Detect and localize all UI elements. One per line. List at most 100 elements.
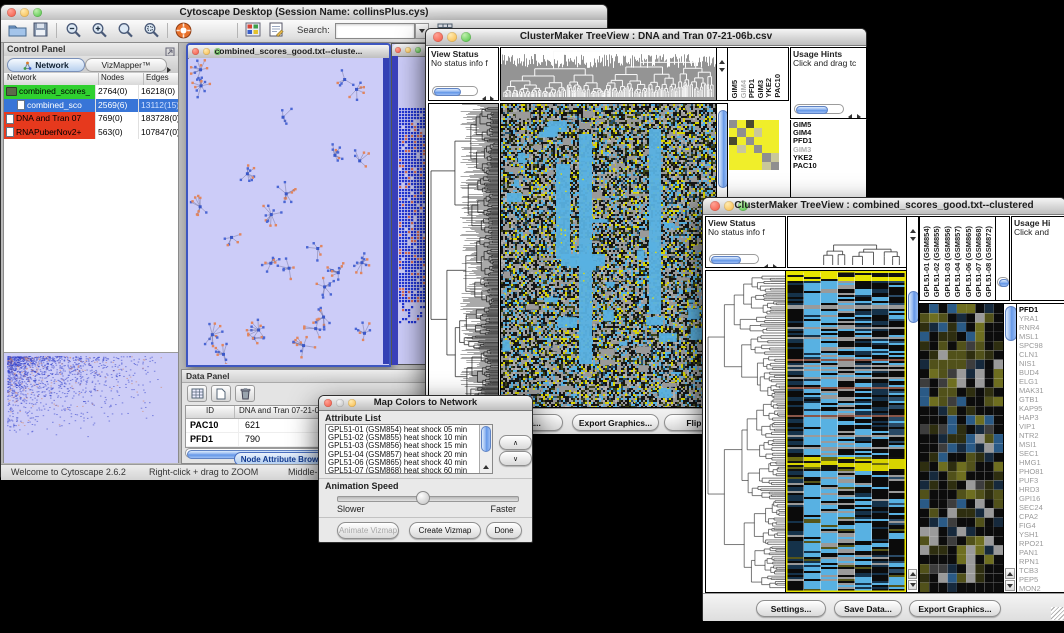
row-dendrogram-canvas[interactable]: [706, 271, 785, 592]
gene-label[interactable]: TCB3: [1019, 566, 1044, 575]
scroll-down-button[interactable]: [908, 580, 917, 590]
gene-label[interactable]: CLN1: [1019, 350, 1044, 359]
array-label[interactable]: GPL51-01 (GSM854): [922, 226, 931, 297]
matrix-cell[interactable]: [729, 162, 737, 170]
resize-grip[interactable]: [1051, 607, 1064, 620]
gene-label[interactable]: HAP3: [1019, 413, 1044, 422]
matrix-cell[interactable]: [729, 145, 737, 153]
list-vscrollbar[interactable]: [479, 425, 492, 473]
scrollbar-thumb[interactable]: [999, 279, 1009, 287]
col-id[interactable]: ID: [186, 406, 235, 418]
scroll-up-button[interactable]: [1005, 568, 1015, 579]
cytoscape-title-bar[interactable]: Cytoscape Desktop (Session Name: collins…: [1, 5, 607, 21]
matrix-cell[interactable]: [737, 128, 745, 136]
speed-slider-thumb[interactable]: [416, 491, 430, 505]
matrix-cell[interactable]: [771, 145, 779, 153]
gene-label[interactable]: YSH1: [1019, 530, 1044, 539]
tab-network[interactable]: Network: [7, 58, 85, 72]
create-attribute-button[interactable]: [211, 385, 231, 402]
delete-attribute-button[interactable]: [235, 385, 255, 402]
matrix-cell[interactable]: [771, 162, 779, 170]
matrix-cell[interactable]: [729, 153, 737, 161]
matrix-cell[interactable]: [737, 153, 745, 161]
gene-label[interactable]: VIP1: [1019, 422, 1044, 431]
network-vscrollbar[interactable]: [383, 58, 389, 364]
col-nodes[interactable]: Nodes: [99, 73, 144, 85]
network-view-title-bar[interactable]: combined_scores_good.txt--cluste...: [188, 45, 389, 59]
scroll-down-icon[interactable]: [483, 465, 489, 474]
scrollbar-thumb[interactable]: [796, 106, 828, 114]
network-list-row[interactable]: DNA and Tran 07769(0)183728(0): [4, 112, 178, 126]
treeview2-title-bar[interactable]: ClusterMaker TreeView : combined_scores_…: [703, 198, 1064, 215]
gene-label[interactable]: PUF3: [1019, 476, 1044, 485]
matrix-cell[interactable]: [746, 162, 754, 170]
gene-label[interactable]: BUD4: [1019, 368, 1044, 377]
gene-label[interactable]: HMG1: [1019, 458, 1044, 467]
zoom-selected-button[interactable]: [143, 22, 161, 44]
gene-label[interactable]: MAK31: [1019, 386, 1044, 395]
scroll-down-button[interactable]: [1005, 580, 1015, 591]
gene-label[interactable]: NIS1: [1019, 359, 1044, 368]
scroll-down-icon[interactable]: [910, 228, 916, 246]
matrix-cell[interactable]: [771, 128, 779, 136]
scroll-down-icon[interactable]: [719, 59, 725, 77]
open-file-button[interactable]: [8, 22, 27, 42]
vizmapper-button[interactable]: [245, 22, 261, 42]
scrollbar-thumb[interactable]: [711, 256, 741, 264]
gene-label[interactable]: MSL1: [1019, 332, 1044, 341]
network-canvas[interactable]: [189, 58, 383, 364]
matrix-cell[interactable]: [746, 120, 754, 128]
zoom-out-button[interactable]: [65, 22, 83, 44]
gene-label[interactable]: PEP5: [1019, 575, 1044, 584]
map-colors-title-bar[interactable]: Map Colors to Network: [319, 396, 532, 411]
create-vizmap-button[interactable]: Create Vizmap: [409, 522, 481, 539]
column-dendrogram-canvas[interactable]: [788, 217, 906, 267]
zoom-vscrollbar[interactable]: [1003, 303, 1017, 593]
settings-button[interactable]: Settings...: [756, 600, 826, 617]
matrix-cell[interactable]: [754, 153, 762, 161]
matrix-cell[interactable]: [729, 137, 737, 145]
attribute-item[interactable]: GPL51-07 (GSM868) heat shock 60 min: [328, 467, 478, 474]
zoom-in-button[interactable]: [91, 22, 109, 44]
matrix-cell[interactable]: [771, 153, 779, 161]
global-heatmap-panel[interactable]: [500, 103, 717, 408]
matrix-cell[interactable]: [729, 128, 737, 136]
gene-label[interactable]: RPO21: [1019, 539, 1044, 548]
zoom-matrix[interactable]: [729, 120, 779, 170]
column-dendrogram-panel[interactable]: [787, 216, 907, 268]
matrix-cell[interactable]: [771, 137, 779, 145]
done-button[interactable]: Done: [486, 522, 522, 539]
matrix-cell[interactable]: [754, 137, 762, 145]
array-label[interactable]: GPL51-07 (GSM868): [974, 226, 983, 297]
scroll-up-button[interactable]: [908, 569, 917, 579]
usage-hints-hscrollbar[interactable]: [794, 104, 844, 114]
gene-label[interactable]: SEC24: [1019, 503, 1044, 512]
col-network[interactable]: Network: [4, 73, 99, 85]
view-status-hscrollbar[interactable]: [432, 86, 478, 96]
zoom-fit-button[interactable]: [117, 22, 135, 44]
scroll-right-icon[interactable]: [773, 257, 777, 268]
matrix-cell[interactable]: [754, 145, 762, 153]
array-label[interactable]: GPL51-06 (GSM865): [964, 226, 973, 297]
matrix-cell[interactable]: [746, 137, 754, 145]
scrollbar-thumb[interactable]: [481, 426, 491, 452]
save-button[interactable]: [33, 22, 48, 42]
export-graphics-button[interactable]: Export Graphics...: [572, 414, 659, 431]
array-label[interactable]: GPL51-03 (GSM856): [943, 226, 952, 297]
matrix-cell[interactable]: [746, 145, 754, 153]
scroll-left-icon[interactable]: [764, 257, 768, 268]
gene-label[interactable]: RNR4: [1019, 323, 1044, 332]
matrix-cell[interactable]: [729, 120, 737, 128]
view-status-hscrollbar[interactable]: [709, 254, 759, 264]
gene-label[interactable]: GPI16: [1019, 494, 1044, 503]
matrix-cell[interactable]: [762, 137, 770, 145]
scroll-left-icon[interactable]: [482, 89, 486, 101]
row-dendrogram-panel[interactable]: [705, 270, 786, 593]
attribute-listbox[interactable]: GPL51-01 (GSM854) heat shock 05 minGPL51…: [325, 424, 493, 474]
gene-label[interactable]: MSI1: [1019, 440, 1044, 449]
array-labels-panel[interactable]: GPL51-01 (GSM854)GPL51-02 (GSM855)GPL51-…: [919, 216, 996, 301]
gene-label[interactable]: MON2: [1019, 584, 1044, 593]
network-overview-panel[interactable]: [4, 352, 178, 463]
zoom-button[interactable]: [415, 47, 421, 53]
scrollbar-thumb[interactable]: [434, 88, 461, 96]
